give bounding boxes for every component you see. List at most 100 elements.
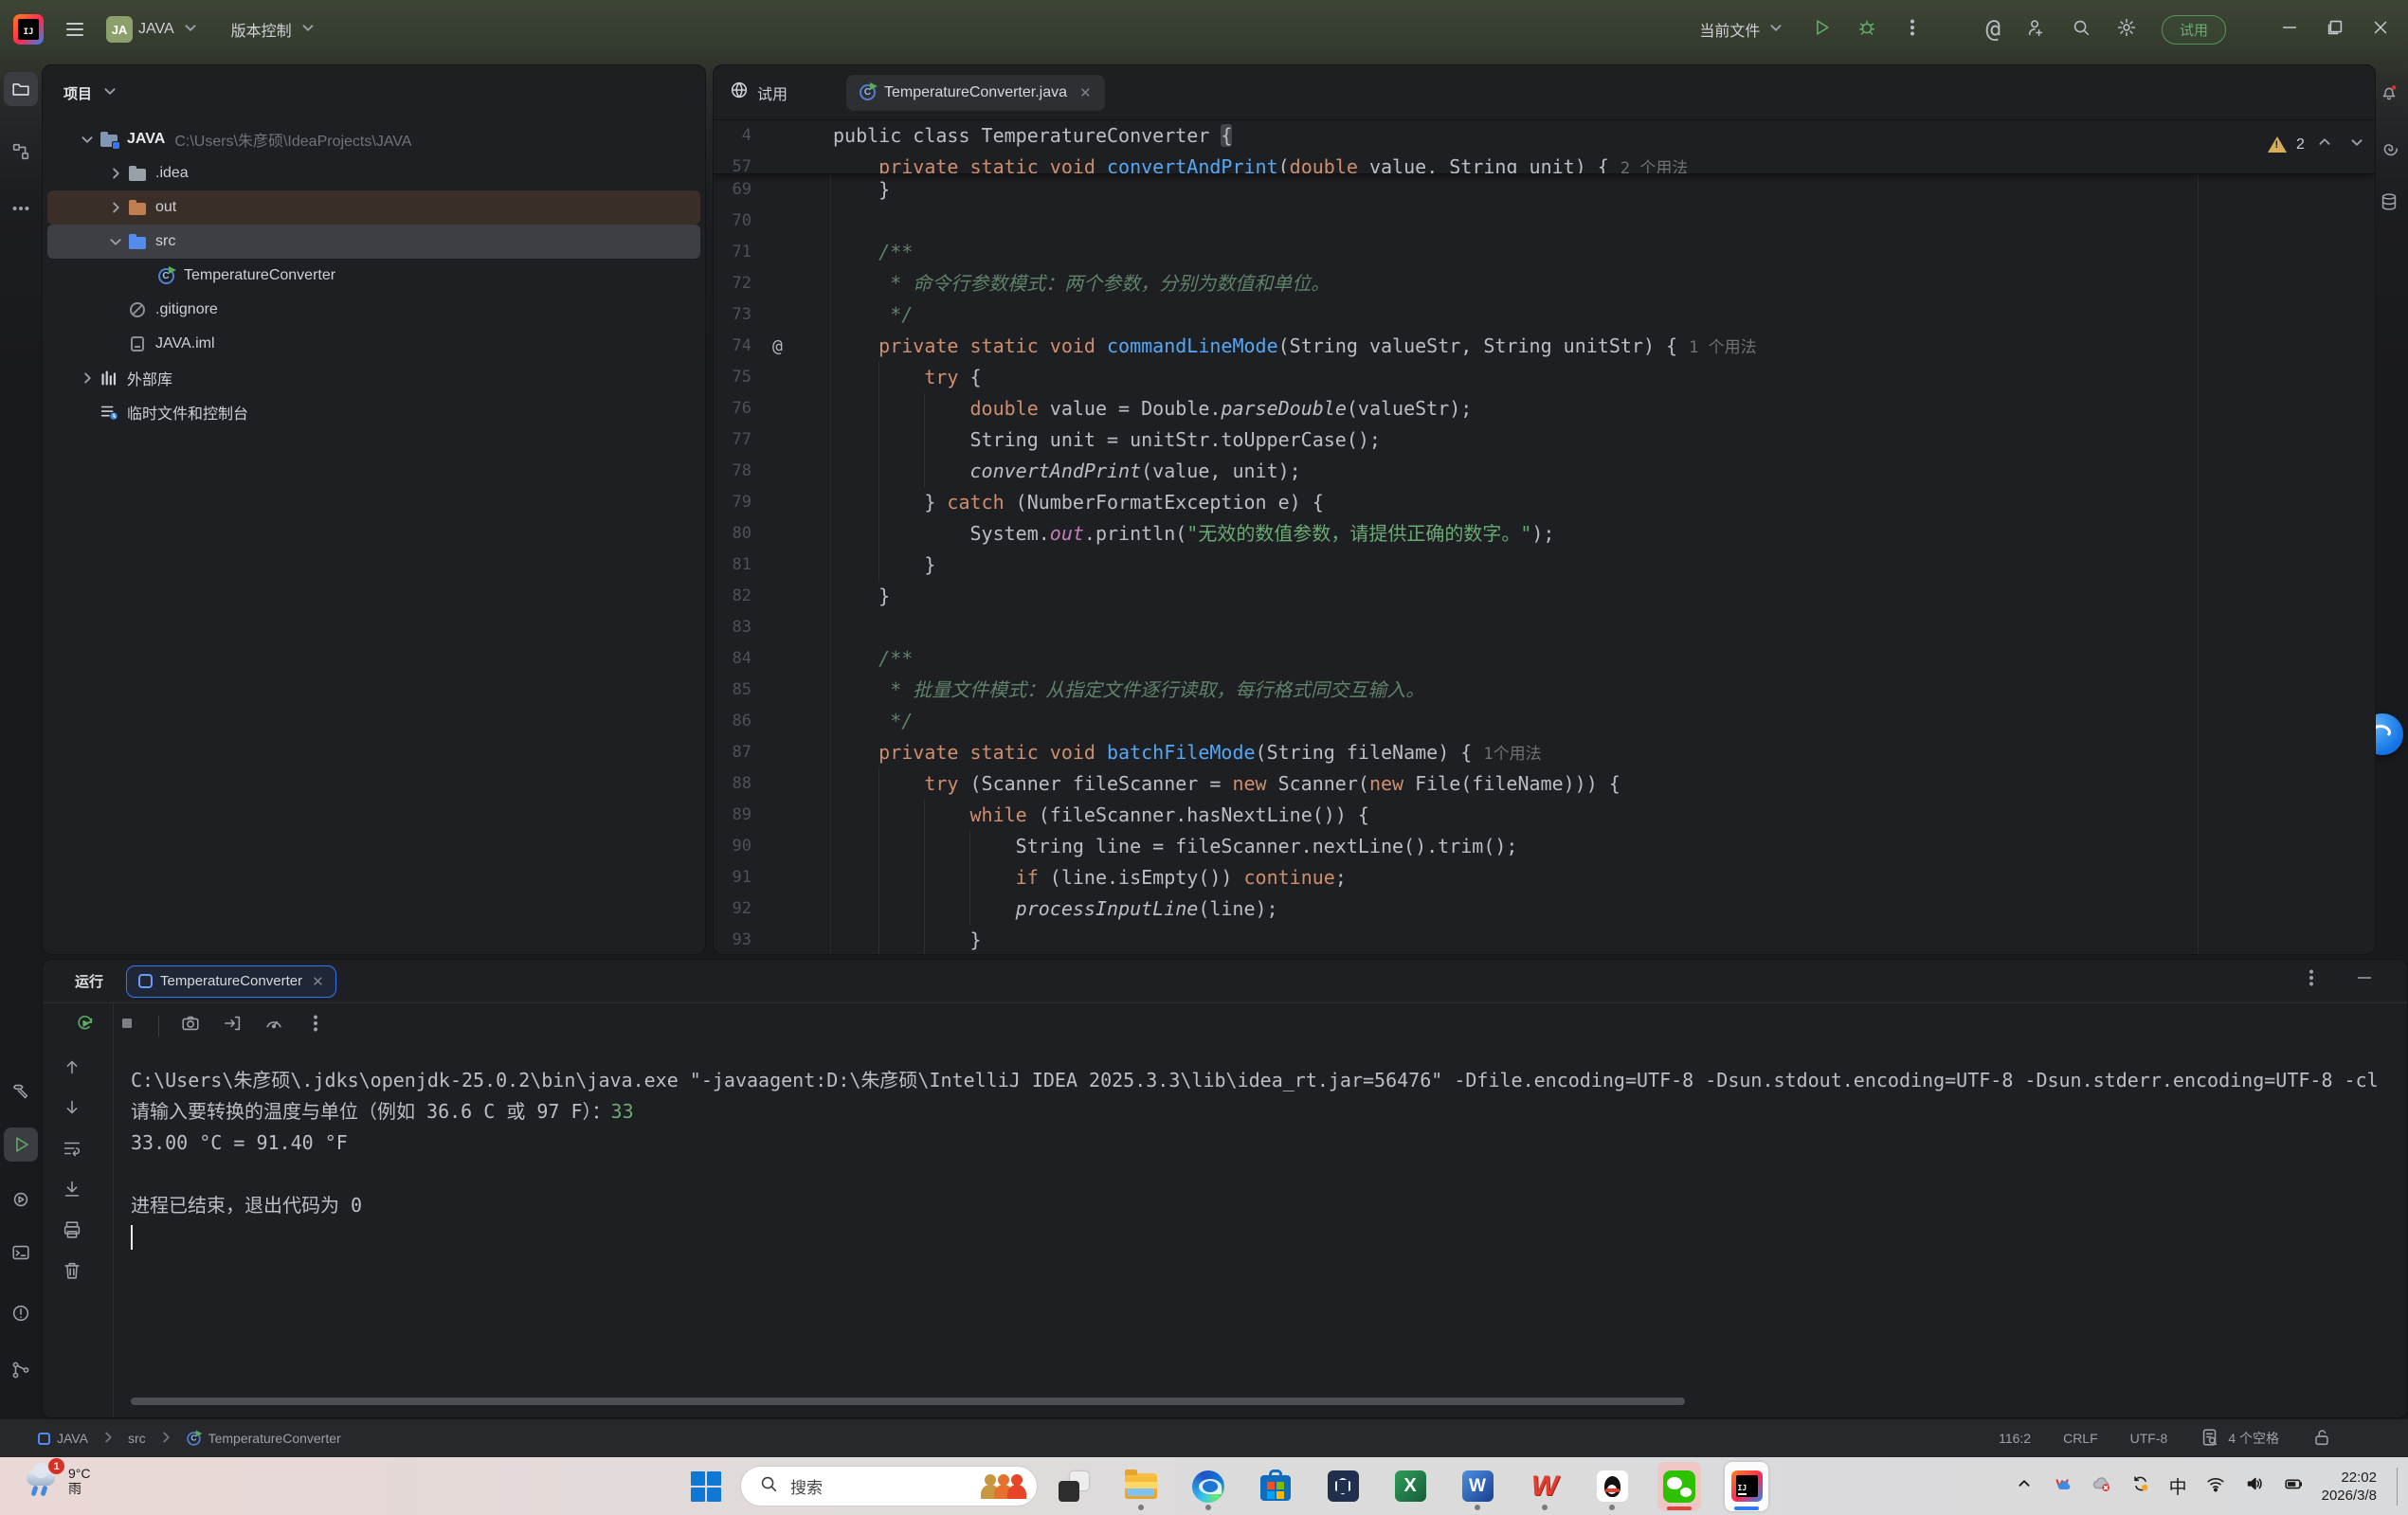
breadcrumb-class[interactable]: C TemperatureConverter <box>186 1431 341 1447</box>
show-desktop-strip[interactable] <box>2397 1468 2399 1506</box>
trial-badge-button[interactable]: 试用 <box>2162 15 2226 45</box>
tree-item-[interactable]: 外部库 <box>47 361 700 395</box>
gutter-annotation-icon[interactable]: @ <box>772 331 783 362</box>
tree-item-javaiml[interactable]: JAVA.iml <box>47 327 700 361</box>
lock-open-icon[interactable] <box>2311 1427 2332 1451</box>
code-line-85[interactable]: 85 * 批量文件模式：从指定文件逐行读取，每行格式同交互输入。 <box>714 675 2375 706</box>
prev-problem-icon[interactable] <box>2314 132 2335 157</box>
main-menu-button[interactable] <box>61 17 89 42</box>
settings-button[interactable] <box>2116 17 2137 43</box>
code-line-57[interactable]: 57 private static void convertAndPrint(d… <box>714 152 2375 174</box>
tray-expand-icon[interactable] <box>2014 1473 2035 1499</box>
tree-item-out[interactable]: out <box>47 190 700 225</box>
code-line-69[interactable]: 69 } <box>714 174 2375 206</box>
ai-assistant-tool-icon[interactable] <box>2375 135 2403 163</box>
code-line-4[interactable]: 4public class TemperatureConverter { <box>714 120 2375 152</box>
code-line-88[interactable]: 88 try (Scanner fileScanner = new Scanne… <box>714 768 2375 800</box>
ai-assistant-icon[interactable]: @ <box>1985 15 2001 44</box>
tree-item-gitignore[interactable]: .gitignore <box>47 293 700 327</box>
taskbar-app-wps-office[interactable]: W <box>1523 1462 1566 1511</box>
scroll-to-end-icon[interactable] <box>62 1179 82 1204</box>
start-button[interactable] <box>689 1470 723 1504</box>
volume-icon[interactable] <box>2244 1473 2265 1499</box>
code-area[interactable]: 69 }7071 /**72 * 命令行参数模式：两个参数，分别为数值和单位。7… <box>714 174 2375 955</box>
chevron-right-icon[interactable] <box>105 163 126 184</box>
cloud-error-icon[interactable] <box>2091 1473 2112 1499</box>
screenshot-button[interactable] <box>180 1013 201 1038</box>
code-line-82[interactable]: 82 } <box>714 581 2375 612</box>
indent-widget[interactable]: 4 个空格 <box>2200 1427 2279 1451</box>
next-problem-icon[interactable] <box>2346 132 2367 157</box>
database-tool-icon[interactable] <box>2375 188 2403 216</box>
tree-item-idea[interactable]: .idea <box>47 156 700 190</box>
import-thread-dump-button[interactable] <box>222 1013 243 1038</box>
tree-item-java[interactable]: JAVAC:\Users\朱彦硕\IdeaProjects\JAVA <box>47 122 700 156</box>
project-widget[interactable]: JA JAVA <box>106 16 201 43</box>
code-line-87[interactable]: 87 private static void batchFileMode(Str… <box>714 737 2375 768</box>
taskbar-app-excel[interactable]: X <box>1388 1462 1432 1511</box>
code-with-me-button[interactable] <box>2025 17 2046 43</box>
tree-item-[interactable]: 临时文件和控制台 <box>47 395 700 429</box>
run-button[interactable] <box>1811 17 1832 43</box>
weather-widget[interactable]: 1 9°C 雨 <box>25 1463 91 1499</box>
code-line-86[interactable]: 86 */ <box>714 706 2375 737</box>
vcs-widget[interactable]: 版本控制 <box>231 17 318 43</box>
code-line-79[interactable]: 79 } catch (NumberFormatException e) { <box>714 487 2375 518</box>
code-line-90[interactable]: 90 String line = fileScanner.nextLine().… <box>714 831 2375 862</box>
structure-tool-button[interactable] <box>4 135 38 169</box>
print-icon[interactable] <box>62 1219 82 1245</box>
code-line-71[interactable]: 71 /** <box>714 237 2375 268</box>
wifi-icon[interactable] <box>2205 1473 2226 1499</box>
code-line-76[interactable]: 76 double value = Double.parseDouble(val… <box>714 393 2375 424</box>
run-tool-button[interactable] <box>4 1127 38 1162</box>
code-line-80[interactable]: 80 System.out.println("无效的数值参数，请提供正确的数字。… <box>714 518 2375 550</box>
breadcrumb-src[interactable]: src <box>128 1431 146 1446</box>
up-stacktrace-icon[interactable] <box>62 1056 82 1082</box>
taskbar-app-microsoft-store[interactable] <box>1254 1462 1297 1511</box>
taskbar-app-edge[interactable] <box>1186 1462 1230 1511</box>
code-line-92[interactable]: 92 processInputLine(line); <box>714 893 2375 925</box>
build-tool-button[interactable] <box>4 1074 38 1109</box>
close-button[interactable] <box>2370 17 2391 43</box>
ime-indicator[interactable]: 中 <box>2169 1473 2187 1499</box>
clock-widget[interactable]: 22:02 2026/3/8 <box>2322 1469 2377 1505</box>
taskbar-app-file-explorer[interactable] <box>1119 1462 1163 1511</box>
more-actions-button[interactable] <box>1902 17 1923 43</box>
taskbar-search-input[interactable]: 搜索 <box>740 1466 1038 1506</box>
clear-console-icon[interactable] <box>62 1260 82 1286</box>
stop-button[interactable] <box>117 1013 137 1038</box>
code-line-70[interactable]: 70 <box>714 206 2375 237</box>
more-tool-windows-button[interactable] <box>4 191 38 225</box>
problems-tool-button[interactable] <box>4 1296 38 1330</box>
taskbar-app-word[interactable]: W <box>1456 1462 1499 1511</box>
file-encoding[interactable]: UTF-8 <box>2130 1431 2168 1446</box>
search-everywhere-button[interactable] <box>2071 17 2091 43</box>
code-line-84[interactable]: 84 /** <box>714 643 2375 675</box>
editor-tab-temperatureconverter[interactable]: C TemperatureConverter.java ✕ <box>846 75 1105 111</box>
terminal-tool-button[interactable] <box>4 1235 38 1270</box>
console-more-button[interactable] <box>305 1013 326 1038</box>
tree-item-temperatureconverter[interactable]: CTemperatureConverter <box>47 259 700 293</box>
run-panel-options-icon[interactable] <box>2301 967 2322 993</box>
code-line-91[interactable]: 91 if (line.isEmpty()) continue; <box>714 862 2375 893</box>
code-line-81[interactable]: 81 } <box>714 550 2375 581</box>
close-run-tab-icon[interactable]: ✕ <box>312 973 324 990</box>
taskbar-app-security-app[interactable] <box>1321 1462 1365 1511</box>
tab-group-trial[interactable]: 试用 <box>729 80 788 105</box>
rerun-button[interactable] <box>75 1013 96 1038</box>
breadcrumb-module[interactable]: JAVA <box>38 1431 88 1446</box>
taskbar-app-task-view[interactable] <box>1052 1462 1095 1511</box>
inspections-widget[interactable]: 2 <box>2268 132 2367 157</box>
run-tab-temperatureconverter[interactable]: TemperatureConverter ✕ <box>126 965 336 998</box>
code-line-75[interactable]: 75 try { <box>714 362 2375 393</box>
restore-button[interactable] <box>2325 17 2345 43</box>
code-line-78[interactable]: 78 convertAndPrint(value, unit); <box>714 456 2375 487</box>
services-tool-button[interactable] <box>4 1182 38 1217</box>
chevron-down-icon[interactable] <box>105 231 126 252</box>
code-line-93[interactable]: 93 } <box>714 925 2375 955</box>
wps-cloud-icon[interactable] <box>2053 1473 2073 1499</box>
close-tab-icon[interactable]: ✕ <box>1079 84 1092 101</box>
hide-panel-icon[interactable] <box>2354 967 2375 993</box>
run-configuration-selector[interactable]: 当前文件 <box>1699 17 1786 43</box>
profiler-button[interactable] <box>263 1013 284 1038</box>
